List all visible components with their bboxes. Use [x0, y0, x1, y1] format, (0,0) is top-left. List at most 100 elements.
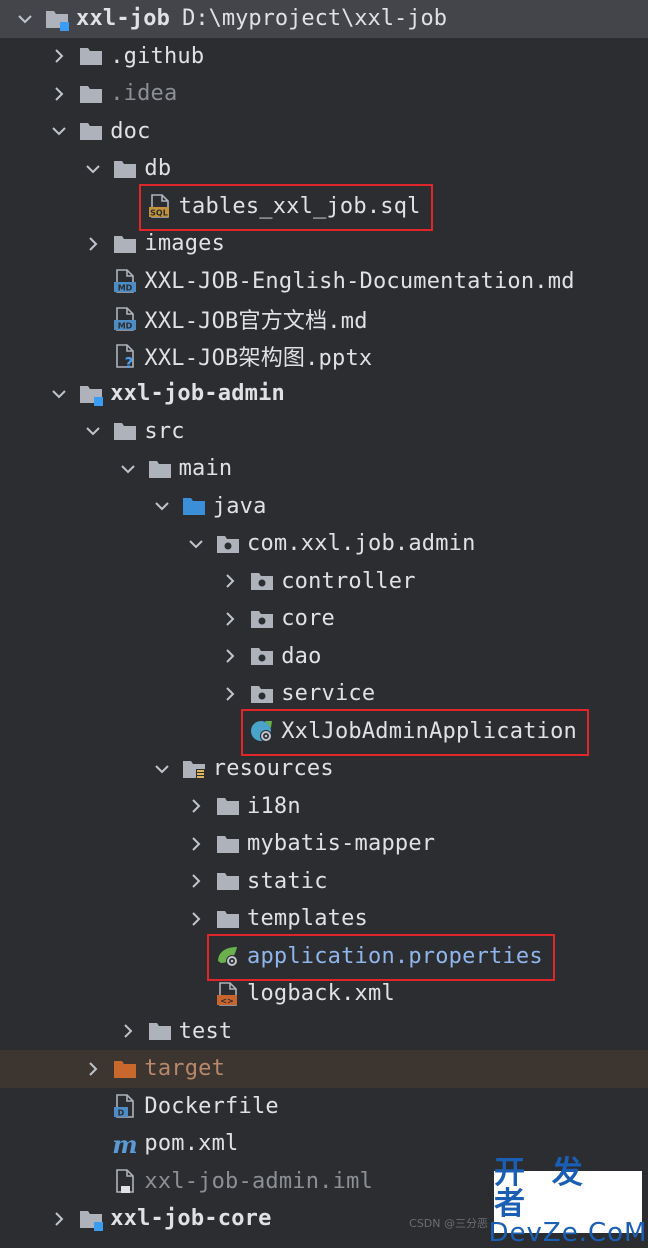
tree-row[interactable]: xxl-job D:\myproject\xxl-job [0, 0, 648, 38]
tree-row[interactable]: D Dockerfile [0, 1088, 648, 1126]
package-icon [249, 568, 275, 594]
tree-row[interactable]: java [0, 488, 648, 526]
tree-item-label: service [281, 681, 376, 707]
tree-item-label: dao [281, 643, 322, 669]
svg-text:SQL: SQL [150, 209, 168, 218]
tree-row[interactable]: application.properties [0, 933, 648, 981]
chevron-right-icon[interactable] [183, 831, 209, 857]
tree-row[interactable]: target [0, 1050, 648, 1088]
tree-row[interactable]: .idea [0, 75, 648, 113]
chevron-down-icon[interactable] [12, 6, 38, 32]
tree-row[interactable]: XxlJobAdminApplication [0, 708, 648, 756]
xml-file-icon: <> [215, 981, 241, 1007]
folder-icon [78, 43, 104, 69]
tree-item-label: static [247, 868, 328, 894]
chevron-right-icon[interactable] [183, 793, 209, 819]
chevron-right-icon[interactable] [46, 81, 72, 107]
tree-item-label: xxl-job-core [110, 1206, 272, 1232]
tree-row[interactable]: templates [0, 900, 648, 938]
chevron-down-icon[interactable] [80, 156, 106, 182]
tree-row[interactable]: images [0, 225, 648, 263]
excluded-folder-icon [112, 1056, 138, 1082]
spring-properties-icon [215, 943, 241, 969]
package-icon [249, 681, 275, 707]
watermark-en: DevZe.CoM [488, 1218, 648, 1248]
tree-row[interactable]: dao [0, 638, 648, 676]
chevron-right-icon[interactable] [183, 906, 209, 932]
tree-row[interactable]: xxl-job-admin [0, 375, 648, 413]
markdown-file-icon: MD [112, 268, 138, 294]
tree-row[interactable]: SQL tables_xxl_job.sql [0, 183, 648, 231]
svg-text:MD: MD [118, 321, 133, 330]
svg-text:?: ? [125, 354, 134, 369]
tree-row[interactable]: <> logback.xml [0, 975, 648, 1013]
tree-item-label: mybatis-mapper [247, 831, 436, 857]
chevron-down-icon[interactable] [115, 456, 141, 482]
unknown-file-icon: ? [112, 343, 138, 369]
dockerfile-icon: D [112, 1093, 138, 1119]
chevron-down-icon[interactable] [149, 493, 175, 519]
tree-row[interactable]: MD XXL-JOB官方文档.md [0, 300, 648, 338]
tree-item-label: test [178, 1018, 233, 1044]
chevron-right-icon[interactable] [217, 643, 243, 669]
tree-row[interactable]: MD XXL-JOB-English-Documentation.md [0, 263, 648, 301]
tree-row[interactable]: test [0, 1013, 648, 1051]
tree-item-label: templates [247, 906, 369, 932]
tree-item-label: .github [110, 43, 205, 69]
sql-file-icon: SQL [147, 193, 173, 219]
folder-icon [78, 81, 104, 107]
chevron-down-icon[interactable] [80, 418, 106, 444]
chevron-down-icon[interactable] [46, 381, 72, 407]
tree-row[interactable]: src [0, 413, 648, 451]
tree-row[interactable]: db [0, 150, 648, 188]
chevron-right-icon[interactable] [217, 568, 243, 594]
chevron-right-icon[interactable] [217, 606, 243, 632]
tree-row[interactable]: core [0, 600, 648, 638]
tree-item-label: src [144, 418, 185, 444]
tree-item-label: i18n [247, 793, 301, 819]
tree-row[interactable]: service [0, 675, 648, 713]
resources-folder-icon [181, 756, 207, 782]
chevron-right-icon[interactable] [46, 1206, 72, 1232]
spring-boot-class-icon [249, 718, 275, 744]
tree-item-label: .idea [110, 81, 178, 107]
chevron-right-icon[interactable] [80, 231, 106, 257]
chevron-right-icon[interactable] [46, 43, 72, 69]
folder-icon [78, 118, 104, 144]
maven-icon: m [112, 1131, 138, 1157]
markdown-file-icon: MD [112, 306, 138, 332]
chevron-down-icon[interactable] [183, 531, 209, 557]
watermark-logo: 开 发 者 DevZe.CoM [489, 1158, 647, 1247]
chevron-down-icon[interactable] [149, 756, 175, 782]
tree-row[interactable]: ? XXL-JOB架构图.pptx [0, 338, 648, 376]
tree-row[interactable]: main [0, 450, 648, 488]
tree-row[interactable]: doc [0, 113, 648, 151]
svg-text:D: D [118, 1109, 125, 1118]
chevron-right-icon[interactable] [183, 868, 209, 894]
chevron-right-icon[interactable] [80, 1056, 106, 1082]
chevron-right-icon[interactable] [217, 681, 243, 707]
tree-row[interactable]: mybatis-mapper [0, 825, 648, 863]
tree-item-label: xxl-job-admin [110, 381, 285, 407]
folder-icon [112, 231, 138, 257]
chevron-right-icon[interactable] [115, 1018, 141, 1044]
watermark-cn: 开 发 者 [494, 1155, 591, 1222]
svg-text:m: m [113, 1131, 138, 1157]
folder-icon [147, 1018, 173, 1044]
module-folder-icon [44, 6, 70, 32]
chevron-down-icon[interactable] [46, 118, 72, 144]
tree-row[interactable]: controller [0, 563, 648, 601]
tree-row[interactable]: i18n [0, 788, 648, 826]
tree-item-label: application.properties [247, 943, 543, 969]
tree-row[interactable]: com.xxl.job.admin [0, 525, 648, 563]
tree-item-label: resources [212, 756, 334, 782]
tree-row[interactable]: resources [0, 750, 648, 788]
tree-row[interactable]: .github [0, 38, 648, 76]
tree-item-label: db [144, 156, 172, 182]
tree-row[interactable]: static [0, 863, 648, 901]
